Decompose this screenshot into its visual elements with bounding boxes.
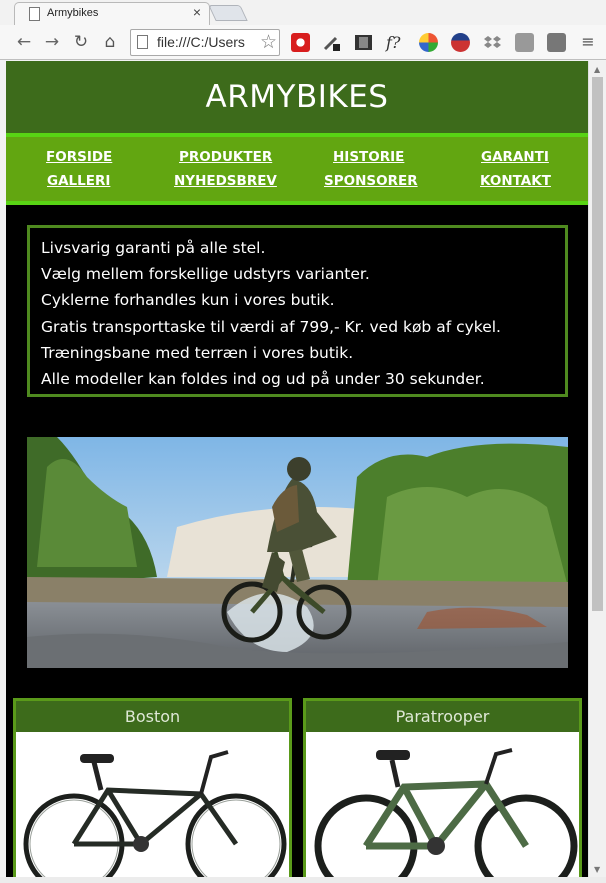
- star-icon[interactable]: ☆: [260, 31, 277, 53]
- feature-line: Livsvarig garanti på alle stel.: [41, 239, 266, 257]
- nav-link-sponsorer[interactable]: SPONSORER: [324, 173, 418, 189]
- nav-link-galleri[interactable]: GALLERI: [47, 173, 110, 189]
- nav-link-historie[interactable]: HISTORIE: [333, 149, 404, 165]
- feature-line: Cyklerne forhandles kun i vores butik.: [41, 291, 335, 310]
- browser-toolbar: ← → ↻ ⌂ file:///C:/Users ☆ f? ≡: [0, 25, 606, 60]
- nav-link-kontakt[interactable]: KONTAKT: [480, 173, 551, 189]
- scrollbar-thumb[interactable]: [592, 77, 603, 611]
- main-nav: FORSIDE PRODUKTER HISTORIE GARANTI GALLE…: [6, 133, 588, 205]
- boston-bike-image: [16, 732, 289, 877]
- hero-image-soldier-on-bike: [27, 437, 568, 668]
- page-favicon-icon: [29, 7, 40, 21]
- back-icon[interactable]: ←: [14, 32, 34, 52]
- page-viewport: ARMYBIKES FORSIDE PRODUKTER HISTORIE GAR…: [6, 61, 588, 877]
- nav-link-nyhedsbrev[interactable]: NYHEDSBREV: [174, 173, 277, 189]
- product-card-paratrooper[interactable]: Paratrooper: [303, 698, 582, 877]
- new-tab-button[interactable]: [208, 5, 248, 21]
- product-name: Boston: [16, 701, 289, 732]
- feature-line: Gratis transporttaske til værdi af 799,-…: [41, 317, 501, 336]
- palette-extension-icon[interactable]: [419, 33, 438, 52]
- product-name: Paratrooper: [306, 701, 579, 732]
- paratrooper-bike-image: [306, 732, 579, 877]
- scroll-down-arrow-icon[interactable]: ▼: [594, 865, 600, 874]
- home-icon[interactable]: ⌂: [100, 32, 120, 52]
- opera-extension-icon[interactable]: [291, 33, 310, 52]
- address-bar[interactable]: file:///C:/Users ☆: [130, 29, 280, 56]
- file-page-icon: [137, 35, 148, 49]
- film-extension-icon[interactable]: [354, 33, 373, 52]
- flag-extension-icon[interactable]: [451, 33, 470, 52]
- url-text: file:///C:/Users: [157, 34, 245, 50]
- features-box: Livsvarig garanti på alle stel. Vælg mel…: [27, 225, 568, 397]
- feature-line: Vælg mellem forskellige udstyrs variante…: [41, 265, 370, 284]
- browser-tab[interactable]: Armybikes ×: [14, 2, 210, 25]
- close-tab-icon[interactable]: ×: [193, 4, 201, 20]
- site-title: ARMYBIKES: [205, 79, 389, 115]
- screen-extension-icon[interactable]: [515, 33, 534, 52]
- tab-strip: Armybikes ×: [0, 0, 606, 25]
- eyedropper-extension-icon[interactable]: [322, 33, 341, 52]
- font-extension-icon[interactable]: f?: [386, 33, 405, 52]
- product-card-boston[interactable]: Boston: [13, 698, 292, 877]
- forward-icon[interactable]: →: [42, 32, 62, 52]
- menu-icon[interactable]: ≡: [578, 32, 598, 52]
- window-bottom-edge: [0, 877, 606, 883]
- tab-title: Armybikes: [47, 7, 99, 19]
- feature-line: Træningsbane med terræn i vores butik.: [41, 343, 354, 362]
- nav-link-forside[interactable]: FORSIDE: [46, 149, 112, 165]
- scroll-up-arrow-icon[interactable]: ▲: [594, 65, 600, 74]
- keyboard-extension-icon[interactable]: [547, 33, 566, 52]
- reload-icon[interactable]: ↻: [71, 32, 91, 52]
- nav-link-produkter[interactable]: PRODUKTER: [179, 149, 272, 165]
- feature-line: Alle modeller kan foldes ind og ud på un…: [41, 370, 485, 389]
- vertical-scrollbar[interactable]: ▲ ▼: [588, 61, 606, 877]
- site-header: ARMYBIKES: [6, 61, 588, 133]
- dropbox-extension-icon[interactable]: [483, 33, 502, 52]
- nav-link-garanti[interactable]: GARANTI: [481, 149, 549, 165]
